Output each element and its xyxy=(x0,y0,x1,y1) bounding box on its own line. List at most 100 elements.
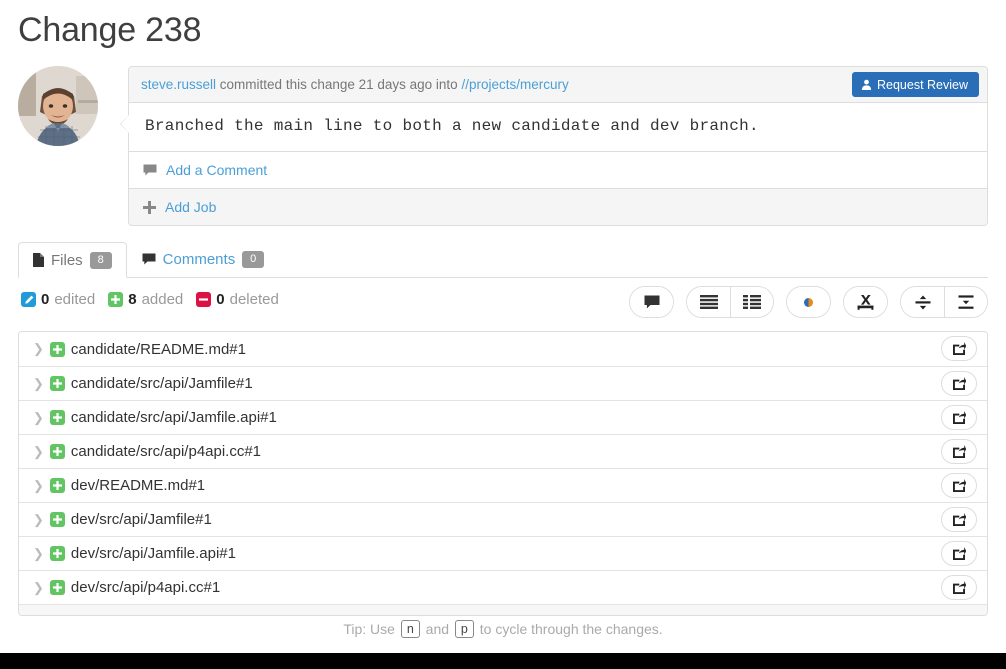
table-row[interactable]: ❯ dev/README.md#1 xyxy=(19,468,987,502)
files-toolbar-row: 0 edited 8 added 0 deleted xyxy=(18,286,988,326)
file-path: candidate/src/api/p4api.cc#1 xyxy=(70,443,262,460)
tab-files[interactable]: Files 8 xyxy=(18,242,127,278)
chevron-right-icon[interactable]: ❯ xyxy=(33,341,44,357)
toolbar-group-whitespace xyxy=(786,286,831,318)
stat-deleted: 0 deleted xyxy=(196,291,279,308)
open-external-icon[interactable] xyxy=(941,439,977,464)
add-job-action[interactable]: Add Job xyxy=(129,188,987,225)
page-title: Change 238 xyxy=(18,11,202,49)
minus-icon xyxy=(196,292,212,307)
author-link[interactable]: steve.russell xyxy=(141,77,216,92)
toggle-whitespace-button[interactable] xyxy=(787,287,830,317)
download-zip-button[interactable] xyxy=(844,287,887,317)
open-external-icon[interactable] xyxy=(941,336,977,361)
tab-comments-count: 0 xyxy=(242,250,265,268)
commit-callout: steve.russell committed this change 21 d… xyxy=(120,66,988,226)
table-row[interactable]: ❯ candidate/src/api/Jamfile#1 xyxy=(19,366,987,400)
commit-action-text: committed this change 21 days ago into xyxy=(219,77,458,92)
chevron-right-icon[interactable]: ❯ xyxy=(33,444,44,460)
plus-icon xyxy=(49,341,65,357)
plus-icon xyxy=(49,444,65,459)
table-row[interactable]: ❯ dev/src/api/Jamfile.api#1 xyxy=(19,536,987,570)
user-avatar-photo xyxy=(18,66,98,146)
add-job-label: Add Job xyxy=(165,199,217,215)
stat-added-count: 8 xyxy=(128,291,137,308)
add-comment-action[interactable]: Add a Comment xyxy=(129,151,987,188)
user-icon xyxy=(861,79,872,90)
dot-icon xyxy=(804,297,813,307)
table-row[interactable]: ❯ dev/src/api/Jamfile#1 xyxy=(19,502,987,536)
stat-edited-count: 0 xyxy=(41,291,50,308)
tip-prefix: Tip: Use xyxy=(343,621,395,637)
open-external-icon[interactable] xyxy=(941,371,977,396)
toggle-comments-button[interactable] xyxy=(630,287,673,317)
tip-suffix: to cycle through the changes. xyxy=(479,621,663,637)
table-row[interactable]: ❯ candidate/README.md#1 xyxy=(19,332,987,366)
file-icon xyxy=(33,253,44,267)
pencil-icon xyxy=(21,292,36,307)
commit-description: Branched the main line to both a new can… xyxy=(145,117,759,135)
file-stats: 0 edited 8 added 0 deleted xyxy=(21,291,279,308)
plus-icon xyxy=(49,546,65,561)
chevron-right-icon[interactable]: ❯ xyxy=(33,478,44,494)
branch-path-link[interactable]: //projects/mercury xyxy=(461,77,568,92)
add-comment-label: Add a Comment xyxy=(166,162,268,178)
list-grid-icon xyxy=(743,295,761,309)
view-unified-button[interactable] xyxy=(687,287,730,317)
stat-added: 8 added xyxy=(108,291,183,308)
open-external-icon[interactable] xyxy=(941,405,977,430)
plus-icon xyxy=(49,478,65,493)
request-review-label: Request Review xyxy=(876,77,968,92)
table-row[interactable]: ❯ candidate/src/api/p4api.cc#1 xyxy=(19,434,987,468)
open-external-icon[interactable] xyxy=(941,541,977,566)
stat-added-label: added xyxy=(141,291,184,308)
plus-icon xyxy=(49,512,65,527)
request-review-button[interactable]: Request Review xyxy=(851,72,979,97)
avatar[interactable] xyxy=(18,66,98,146)
toolbar-group-view xyxy=(686,286,774,318)
bottom-bar xyxy=(0,653,1006,669)
plus-icon xyxy=(49,410,65,425)
file-list-footer xyxy=(19,604,987,615)
stat-edited: 0 edited xyxy=(21,291,95,308)
chevron-right-icon[interactable]: ❯ xyxy=(33,512,44,528)
collapse-all-button[interactable] xyxy=(901,287,944,317)
plus-icon xyxy=(108,292,124,307)
list-lines-icon xyxy=(699,295,718,309)
expand-all-button[interactable] xyxy=(944,287,987,317)
open-external-icon[interactable] xyxy=(941,507,977,532)
expand-icon xyxy=(958,294,974,310)
file-list: ❯ candidate/README.md#1 ❯ candidate/src/… xyxy=(18,331,988,616)
keyboard-tip: Tip: Use n and p to cycle through the ch… xyxy=(0,620,1006,638)
chevron-right-icon[interactable]: ❯ xyxy=(33,546,44,562)
file-path: dev/src/api/Jamfile#1 xyxy=(70,511,212,528)
view-side-by-side-button[interactable] xyxy=(730,287,773,317)
toolbar-group-comments xyxy=(629,286,674,318)
stat-deleted-count: 0 xyxy=(216,291,225,308)
chevron-right-icon[interactable]: ❯ xyxy=(33,376,44,392)
table-row[interactable]: ❯ candidate/src/api/Jamfile.api#1 xyxy=(19,400,987,434)
chevron-right-icon[interactable]: ❯ xyxy=(33,580,44,596)
chevron-right-icon[interactable]: ❯ xyxy=(33,410,44,426)
file-path: candidate/src/api/Jamfile.api#1 xyxy=(70,409,277,426)
file-path: dev/src/api/Jamfile.api#1 xyxy=(70,545,236,562)
tab-comments[interactable]: Comments 0 xyxy=(127,241,280,277)
plus-icon xyxy=(49,376,65,391)
stat-deleted-label: deleted xyxy=(229,291,279,308)
file-path: dev/README.md#1 xyxy=(70,477,206,494)
tab-files-count: 8 xyxy=(89,251,112,269)
file-path: dev/src/api/p4api.cc#1 xyxy=(70,579,221,596)
file-path: candidate/README.md#1 xyxy=(70,340,246,358)
tip-key-prev: p xyxy=(454,620,474,638)
plus-icon xyxy=(143,200,156,214)
table-row[interactable]: ❯ dev/src/api/p4api.cc#1 xyxy=(19,570,987,604)
open-external-icon[interactable] xyxy=(941,473,977,498)
file-path: candidate/src/api/Jamfile#1 xyxy=(70,375,253,392)
tab-files-label: Files xyxy=(51,251,83,269)
comment-icon xyxy=(142,253,156,265)
view-toolbar xyxy=(629,286,988,318)
open-external-icon[interactable] xyxy=(941,575,977,600)
archive-download-icon xyxy=(857,294,874,310)
comment-icon xyxy=(143,164,157,176)
toolbar-group-collapse xyxy=(900,286,988,318)
